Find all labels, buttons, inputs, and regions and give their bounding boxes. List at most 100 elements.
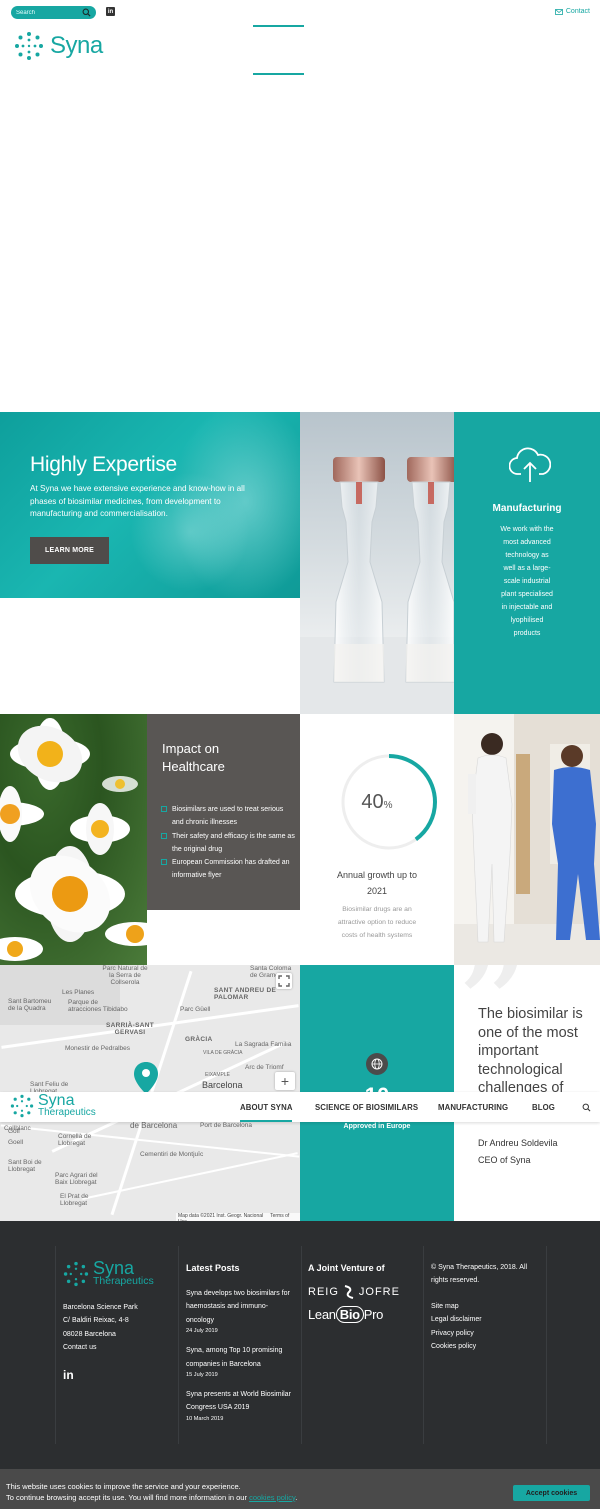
reig-jofre-logo[interactable]: REIG JOFRE (308, 1285, 418, 1299)
map-label: Santa Coloma de Gramenet (250, 965, 292, 979)
footer-col-jv: A Joint Venture of REIG JOFRE Lean Bio P… (308, 1241, 418, 1449)
globe-badge (366, 1053, 388, 1075)
checkbox-icon (161, 832, 167, 839)
nav-blog[interactable]: BLOG (532, 1103, 555, 1112)
cloud-upload-icon (509, 447, 551, 482)
map-pin-icon[interactable] (134, 1062, 158, 1094)
leanbiopro-logo[interactable]: Lean Bio Pro (308, 1306, 418, 1323)
sticky-logo[interactable]: Syna Therapeutics (10, 1093, 96, 1118)
map-label: Parque de atracciones Tibidabo (68, 999, 128, 1013)
mail-icon (554, 8, 563, 15)
map-zoom-in-button[interactable]: + (275, 1072, 295, 1090)
map-label: Port de Barcelona (200, 1122, 253, 1129)
daisies-image (0, 714, 147, 965)
search-input[interactable] (16, 9, 76, 16)
map-label: Goell (8, 1139, 24, 1146)
footer: Syna Therapeutics Barcelona Science Park… (0, 1221, 600, 1469)
footer-post-link[interactable]: Syna, among Top 10 promising companies i… (186, 1344, 296, 1371)
hero-text: At Syna we have extensive experience and… (30, 484, 245, 519)
map-label: La Sagrada Familia (235, 1041, 292, 1048)
footer-col-posts: Latest Posts Syna develops two biosimila… (186, 1241, 296, 1449)
map-label: SANT ANDREU DE PALOMAR (214, 987, 277, 1001)
footer-logo[interactable]: Syna Therapeutics (63, 1259, 173, 1287)
linkedin-icon[interactable]: in (106, 7, 115, 16)
loader-line-top (253, 25, 304, 27)
footer-post-link[interactable]: Syna presents at World Biosimilar Congre… (186, 1388, 296, 1415)
manufacturing-title: Manufacturing (492, 503, 562, 514)
quote-author: Dr Andreu Soldevila (478, 1138, 558, 1148)
nav-about[interactable]: ABOUT SYNA (240, 1103, 293, 1112)
cookie-banner: This website uses cookies to improve the… (0, 1469, 600, 1509)
footer-post-date: 15 July 2019 (186, 1372, 218, 1379)
impact-list: Biosimilars are used to treat serious an… (161, 803, 295, 883)
footer-link-legal[interactable]: Legal disclaimer (431, 1313, 541, 1326)
learn-more-button[interactable]: LEARN MORE (30, 537, 109, 564)
map-label: EIXAMPLE (205, 1072, 231, 1078)
sticky-header: Syna Therapeutics ABOUT SYNA SCIENCE OF … (0, 1092, 600, 1122)
map-label: Parc Güell (180, 1006, 211, 1013)
fullscreen-icon (278, 975, 290, 987)
map-label: SARRIÀ-SANT GERVASI (105, 1022, 155, 1036)
footer-copyright: © Syna Therapeutics, 2018. All rights re… (431, 1264, 528, 1285)
cookies-policy-link[interactable]: cookies policy (249, 1493, 295, 1502)
map-label: VILA DE GRÀCIA (203, 1050, 243, 1056)
contact-link[interactable]: Contact (554, 8, 590, 15)
footer-address-line: Barcelona Science Park (63, 1304, 138, 1311)
footer-address-line: 08028 Barcelona (63, 1330, 116, 1338)
footer-link-cookies[interactable]: Cookies policy (431, 1340, 541, 1353)
quote-text: The biosimilar is one of the most import… (478, 1006, 583, 1096)
syna-dots-logo-icon (63, 1261, 89, 1287)
map-label: Les Planes (62, 989, 95, 996)
impact-card: Impact on Healthcare Biosimilars are use… (147, 714, 300, 910)
map-label: Parc Natural de la Serra de Collserola (102, 965, 148, 986)
footer-address-line: C/ Baldiri Reixac, 4-8 (63, 1317, 129, 1325)
map-label: Parc Agrari del Baix Llobregat (55, 1172, 98, 1186)
impact-item: Biosimilars are used to treat serious an… (161, 803, 295, 830)
impact-item: European Commission has drafted an infor… (161, 856, 295, 883)
growth-text: Biosimilar drugs are an attractive optio… (337, 906, 417, 939)
approved-caption: Approved in Europe (343, 1123, 411, 1130)
manufacturing-card[interactable]: Manufacturing We work with the most adva… (454, 412, 600, 714)
footer-linkedin-icon[interactable]: in (63, 1368, 173, 1382)
map-label: Cementiri de Montjuïc (140, 1151, 204, 1158)
footer-post-link[interactable]: Syna develops two biosimilars for haemos… (186, 1287, 296, 1327)
footer-posts-title: Latest Posts (186, 1263, 240, 1273)
map-label: Sant Bartomeu de la Quadra (8, 998, 52, 1012)
growth-card: 40% Annual growth up to 2021 Biosimilar … (300, 714, 454, 965)
fullscreen-button[interactable] (276, 973, 292, 989)
hero-section: Highly Expertise At Syna we have extensi… (0, 412, 300, 598)
map-label: Monestir de Pedralbes (65, 1045, 131, 1052)
footer-contact-link[interactable]: Contact us (63, 1341, 173, 1354)
nav-manufacturing[interactable]: MANUFACTURING (438, 1103, 508, 1112)
hero-title: Highly Expertise (30, 453, 177, 476)
search-icon[interactable] (82, 8, 91, 17)
quote-author-block: Dr Andreu Soldevila CEO of Syna (478, 1135, 558, 1169)
growth-value: 40% (361, 791, 393, 813)
footer-jv-title: A Joint Venture of (308, 1263, 385, 1273)
footer-link-sitemap[interactable]: Site map (431, 1300, 541, 1313)
map-credits: Map data ©2021 Inst. Geogr. Nacional Ter… (176, 1213, 300, 1221)
search-box[interactable] (11, 6, 96, 19)
nav-search-icon[interactable] (582, 1103, 591, 1112)
reig-jofre-mark-icon (344, 1285, 354, 1299)
syna-dots-logo-icon (15, 32, 43, 60)
map-label: El Prat de Llobregat (60, 1193, 89, 1207)
map-label: Barcelona (202, 1080, 243, 1090)
manufacturing-text: We work with the most advanced technolog… (500, 526, 554, 637)
growth-title: Annual growth up to 2021 (336, 870, 418, 896)
site-logo[interactable]: Syna (14, 31, 103, 61)
brand-name: Syna (50, 32, 103, 59)
cookie-message: This website uses cookies to improve the… (6, 1482, 298, 1502)
map-label: Golf (8, 1128, 20, 1135)
nav-active-indicator (240, 1120, 292, 1122)
map-label: Cornellà de Llobregat (58, 1133, 92, 1147)
map-label: Arc de Triomf (245, 1064, 284, 1071)
nav-science[interactable]: SCIENCE OF BIOSIMILARS (315, 1103, 418, 1112)
map-label: de Barcelona (130, 1121, 178, 1130)
footer-post-date: 10 March 2019 (186, 1415, 224, 1422)
accept-cookies-button[interactable]: Accept cookies (513, 1485, 590, 1501)
footer-col-legal: © Syna Therapeutics, 2018. All rights re… (431, 1241, 541, 1449)
checkbox-icon (161, 859, 167, 866)
footer-link-privacy[interactable]: Privacy policy (431, 1327, 541, 1340)
contact-label: Contact (565, 8, 590, 15)
